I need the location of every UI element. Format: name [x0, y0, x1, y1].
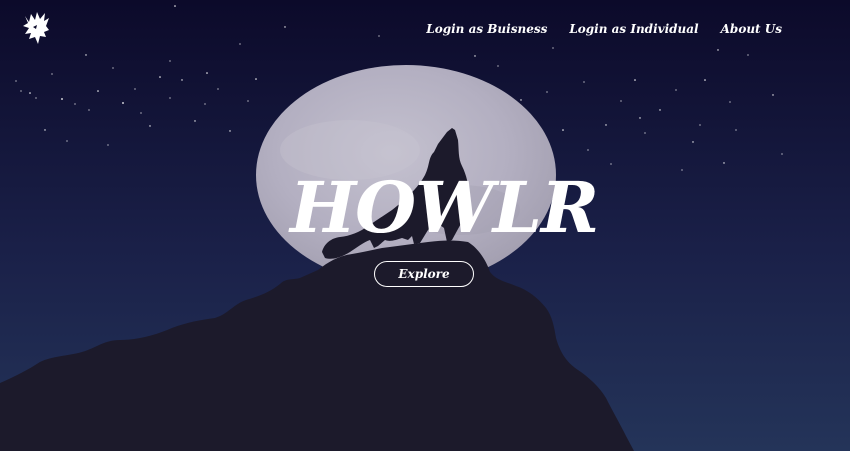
- nav-login-individual[interactable]: Login as Individual: [569, 22, 698, 36]
- nav-about-us[interactable]: About Us: [721, 22, 782, 36]
- top-navigation: Login as Buisness Login as Individual Ab…: [426, 18, 782, 40]
- nav-login-business[interactable]: Login as Buisness: [426, 22, 547, 36]
- hero-title: HOWLR: [290, 166, 599, 249]
- wolf-head-icon[interactable]: [21, 10, 51, 46]
- landing-page: Login as Buisness Login as Individual Ab…: [0, 0, 850, 451]
- explore-button[interactable]: Explore: [374, 261, 474, 287]
